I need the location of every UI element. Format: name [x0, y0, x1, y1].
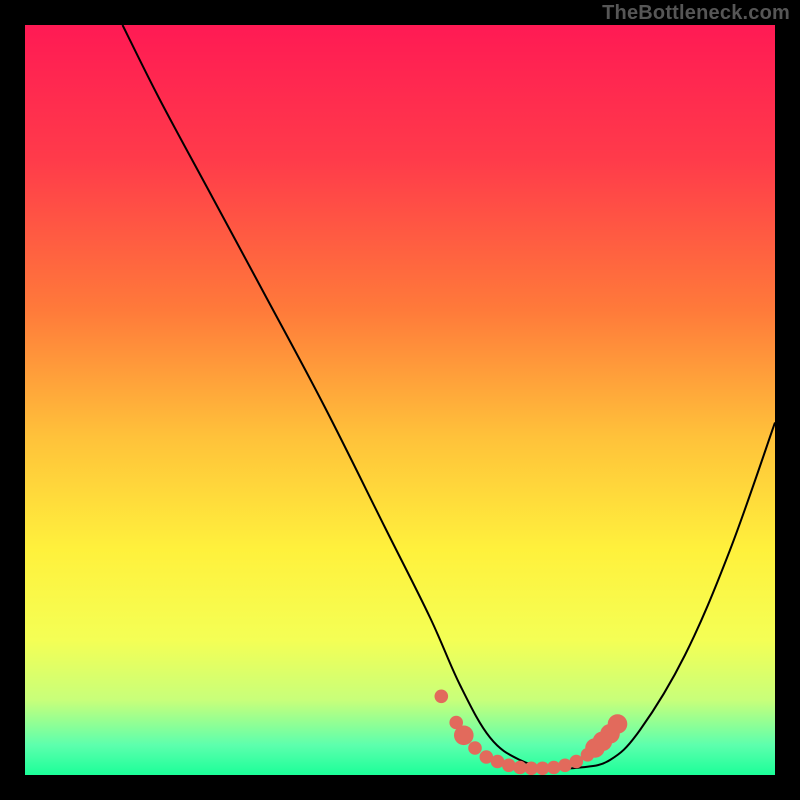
highlight-dot — [502, 759, 516, 773]
gradient-background — [25, 25, 775, 775]
highlight-dot — [435, 690, 449, 704]
attribution-label: TheBottleneck.com — [602, 2, 790, 25]
highlight-dot — [547, 761, 561, 775]
highlight-dot — [468, 741, 482, 755]
highlight-dot — [608, 714, 628, 734]
plot-area — [25, 25, 775, 775]
highlight-dot — [454, 726, 474, 746]
chart-frame: TheBottleneck.com — [0, 0, 800, 800]
bottleneck-chart — [25, 25, 775, 775]
